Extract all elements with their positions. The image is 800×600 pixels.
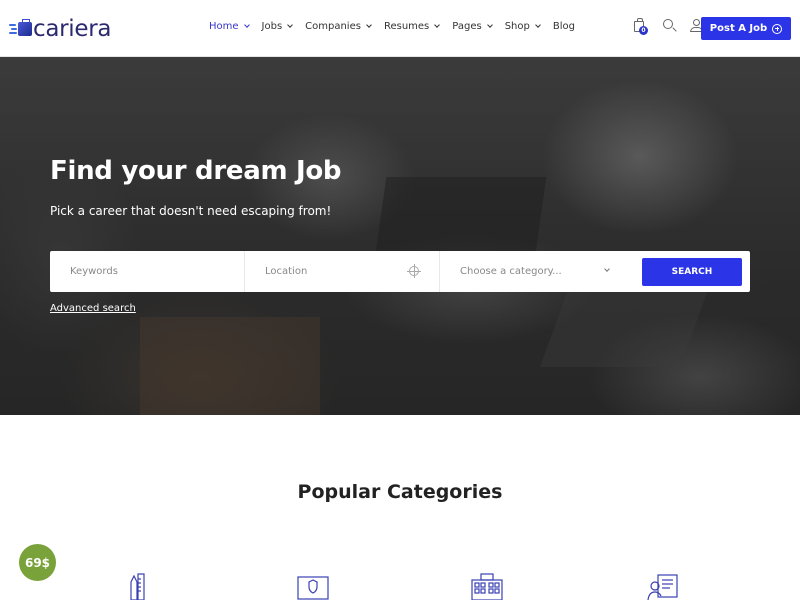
design-tools-icon[interactable] xyxy=(124,572,158,600)
hero-background-shape xyxy=(140,317,320,415)
nav-label: Blog xyxy=(552,21,575,32)
keywords-field-wrapper xyxy=(50,251,245,292)
search-button[interactable]: SEARCH xyxy=(642,258,742,286)
popular-categories-title: Popular Categories xyxy=(297,481,503,503)
logo-text: cariera xyxy=(33,15,112,42)
plus-circle-icon xyxy=(772,23,783,34)
nav-label: Jobs xyxy=(261,21,283,32)
teacher-board-icon[interactable] xyxy=(646,572,680,600)
hero-section: Find your dream Job Pick a career that d… xyxy=(0,57,800,415)
advanced-search-link[interactable]: Advanced search xyxy=(50,303,136,314)
category-select[interactable]: Choose a category... xyxy=(440,251,635,292)
hero-subtitle: Pick a career that doesn't need escaping… xyxy=(50,204,332,218)
cart-button[interactable]: 0 xyxy=(632,18,648,35)
nav-item-pages[interactable]: Pages xyxy=(452,21,493,32)
nav-label: Companies xyxy=(305,21,361,32)
chevron-down-icon xyxy=(434,22,441,28)
nav-item-jobs[interactable]: Jobs xyxy=(262,21,293,32)
hero-title: Find your dream Job xyxy=(50,156,342,186)
security-laptop-icon[interactable] xyxy=(296,572,330,600)
nav-label: Pages xyxy=(452,21,482,32)
search-icon xyxy=(663,19,673,29)
nav-label: Shop xyxy=(504,21,530,32)
nav-item-blog[interactable]: Blog xyxy=(553,21,575,32)
chevron-down-icon xyxy=(486,22,493,28)
category-select-value: Choose a category... xyxy=(460,266,562,277)
chevron-down-icon xyxy=(366,22,372,28)
cart-count-badge: 0 xyxy=(639,26,648,35)
chevron-down-icon xyxy=(535,22,541,28)
site-header: cariera Home Jobs Companies Resumes Page… xyxy=(0,0,800,57)
logo[interactable]: cariera xyxy=(9,16,111,42)
post-a-job-label: Post A Job xyxy=(709,23,768,34)
post-a-job-button[interactable]: Post A Job xyxy=(701,17,791,40)
chevron-down-icon xyxy=(604,266,610,272)
locate-me-icon[interactable] xyxy=(407,264,421,278)
header-icons: 0 xyxy=(632,18,712,35)
category-icons-row xyxy=(0,572,800,600)
logo-icon xyxy=(9,19,32,36)
user-icon xyxy=(693,19,700,26)
nav-label: Resumes xyxy=(383,21,430,32)
price-badge[interactable]: 69$ xyxy=(19,544,56,581)
nav-item-companies[interactable]: Companies xyxy=(305,21,372,32)
hospital-building-icon[interactable] xyxy=(470,572,504,600)
nav-item-home[interactable]: Home xyxy=(209,21,250,32)
location-field-wrapper xyxy=(245,251,440,292)
job-search-bar: Choose a category... SEARCH xyxy=(50,251,750,292)
nav-label: Home xyxy=(209,21,239,32)
chevron-down-icon xyxy=(287,22,293,28)
keywords-input[interactable] xyxy=(50,266,244,277)
nav-item-shop[interactable]: Shop xyxy=(504,21,541,32)
nav-item-resumes[interactable]: Resumes xyxy=(383,21,441,32)
search-button[interactable] xyxy=(661,18,677,34)
main-nav: Home Jobs Companies Resumes Pages Shop B… xyxy=(209,21,588,32)
chevron-down-icon xyxy=(243,22,250,28)
